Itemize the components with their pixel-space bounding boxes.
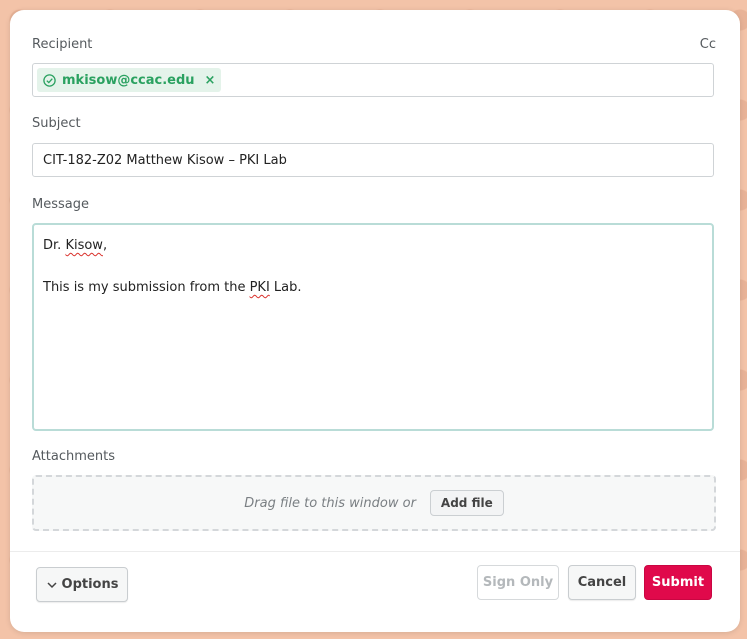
options-button[interactable]: Options — [36, 567, 128, 602]
subject-label: Subject — [32, 116, 81, 131]
recipient-chip[interactable]: mkisow@ccac.edu × — [37, 68, 222, 92]
body-acronym: PKI — [249, 280, 270, 295]
add-file-button[interactable]: Add file — [429, 490, 504, 516]
greeting-name: Kisow — [65, 238, 103, 253]
chevron-down-icon — [46, 579, 58, 591]
submit-button[interactable]: Submit — [644, 565, 712, 600]
compose-dialog: Recipient Cc mkisow@ccac.edu × Subject C… — [10, 10, 740, 632]
sign-only-button[interactable]: Sign Only — [477, 565, 559, 600]
message-blank-line — [43, 256, 703, 277]
message-label: Message — [32, 197, 89, 212]
subject-value: CIT-182-Z02 Matthew Kisow – PKI Lab — [43, 152, 287, 168]
remove-chip-icon[interactable]: × — [205, 73, 216, 88]
message-body: This is my submission from the PKI Lab. — [43, 277, 703, 298]
message-textarea[interactable]: Dr. Kisow, This is my submission from th… — [32, 223, 714, 431]
recipient-input[interactable]: mkisow@ccac.edu × — [32, 63, 714, 97]
attachment-dropzone[interactable]: Drag file to this window or Add file — [32, 475, 716, 531]
cc-link[interactable]: Cc — [700, 37, 716, 52]
body-prefix: This is my submission from the — [43, 280, 250, 295]
greeting-prefix: Dr. — [43, 238, 66, 253]
options-label: Options — [61, 577, 119, 592]
recipient-chip-email: mkisow@ccac.edu — [62, 72, 195, 88]
drag-hint: Drag file to this window or — [244, 495, 416, 511]
body-suffix: Lab. — [269, 280, 302, 295]
attachments-label: Attachments — [32, 449, 115, 464]
message-greeting: Dr. Kisow, — [43, 235, 703, 256]
cancel-button[interactable]: Cancel — [568, 565, 636, 600]
subject-input[interactable]: CIT-182-Z02 Matthew Kisow – PKI Lab — [32, 143, 714, 177]
check-circle-icon — [43, 73, 56, 87]
footer-divider — [10, 551, 740, 552]
greeting-suffix: , — [102, 238, 108, 253]
recipient-label: Recipient — [32, 37, 93, 52]
